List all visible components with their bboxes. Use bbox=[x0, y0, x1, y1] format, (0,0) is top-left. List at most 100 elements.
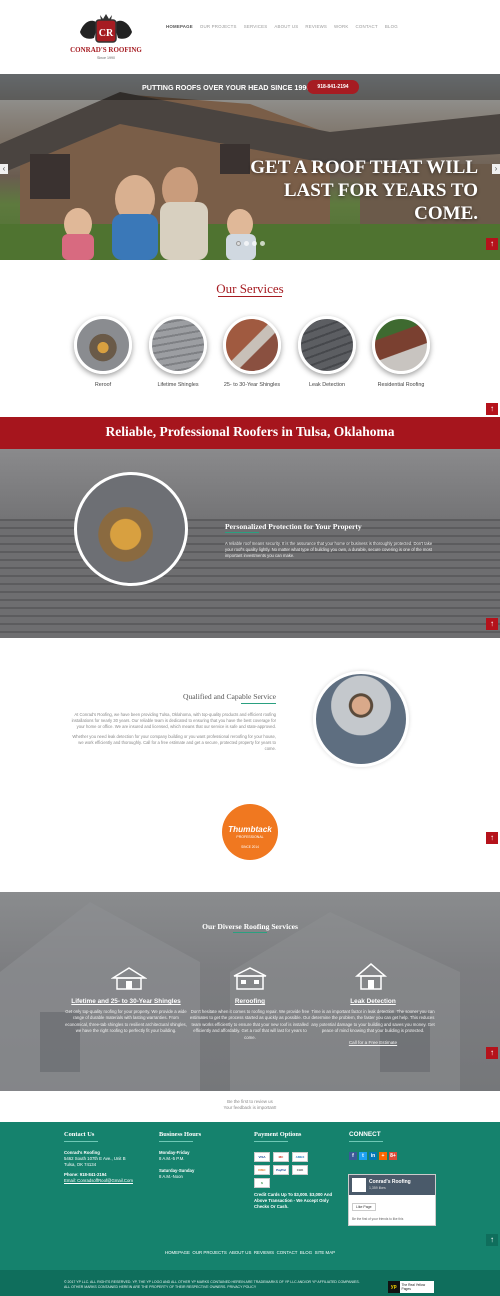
nav-reviews[interactable]: REVIEWS bbox=[305, 24, 327, 29]
yp-text: The Real Yellow Pages bbox=[401, 1283, 426, 1291]
service-reroof[interactable]: Reroof bbox=[73, 316, 133, 388]
fb-avatar bbox=[352, 1178, 366, 1192]
service-residential-roofing[interactable]: Residential Roofing bbox=[371, 316, 431, 388]
contact-email[interactable]: Email: ConradsoffRoof@Gmail.Com bbox=[64, 1178, 154, 1184]
column-title[interactable]: Lifetime and 25- to 30-Year Shingles bbox=[63, 998, 189, 1005]
review-prompt[interactable]: Be the first to review us Your feedback … bbox=[0, 1099, 500, 1111]
thumbtack-badge[interactable]: Thumbtack PROFESSIONAL SINCE 2014 bbox=[222, 804, 278, 860]
nav-our-projects[interactable]: OUR PROJECTS bbox=[200, 24, 237, 29]
diverse-heading: Our Diverse Roofing Services bbox=[202, 922, 298, 931]
column-text: Get only top-quality roofing for your pr… bbox=[65, 1009, 187, 1034]
band-heading: Reliable, Professional Roofers in Tulsa,… bbox=[105, 424, 395, 439]
heading-underline bbox=[254, 1141, 288, 1142]
badge-subtitle: PROFESSIONAL bbox=[236, 835, 264, 839]
nav-about-us[interactable]: ABOUT US bbox=[274, 24, 298, 29]
copyright-text: © 2017 YP LLC. ALL RIGHTS RESERVED. YP, … bbox=[64, 1280, 360, 1289]
heading-underline bbox=[241, 703, 276, 704]
service-25-30-year-shingles[interactable]: 25- to 30-Year Shingles bbox=[222, 316, 282, 388]
hours-time-2: 8 A.M.-Noon bbox=[159, 1174, 183, 1179]
heading-underline bbox=[225, 532, 259, 533]
qualified-heading: Qualified and Capable Service bbox=[183, 692, 276, 701]
column-text: Don't hesitate when it comes to roofing … bbox=[189, 1009, 311, 1040]
fb-like-button[interactable]: Like Page bbox=[352, 1203, 376, 1211]
nav-homepage[interactable]: HOMEPAGE bbox=[166, 24, 193, 29]
nav-blog[interactable]: BLOG bbox=[385, 24, 398, 29]
site-header: CR CONRAD'S ROOFING Since 1990 HOMEPAGE … bbox=[0, 0, 500, 74]
column-title[interactable]: Leak Detection bbox=[310, 998, 436, 1005]
facebook-widget[interactable]: Conrad's Roofing 1,359 likes Like Page B… bbox=[348, 1174, 436, 1226]
back-to-top-icon[interactable]: ↑ bbox=[486, 1047, 498, 1059]
protection-sky bbox=[0, 449, 500, 519]
footer-nav: HOMEPAGE OUR PROJECTS ABOUT US REVIEWS C… bbox=[0, 1250, 500, 1255]
service-label: Lifetime Shingles bbox=[157, 382, 199, 388]
footer-nav-site-map[interactable]: SITE MAP bbox=[315, 1250, 336, 1255]
service-image bbox=[223, 316, 281, 374]
footer-nav-homepage[interactable]: HOMEPAGE bbox=[165, 1250, 190, 1255]
payment-note: Credit Cards Up To $3,000. $3,000 And Ab… bbox=[254, 1192, 333, 1209]
footer-contact: Conrad's Roofing 5462 South 107th E Ave.… bbox=[64, 1150, 154, 1184]
footer-contact-heading: Contact Us bbox=[64, 1131, 95, 1138]
fb-likes: 1,359 likes bbox=[369, 1186, 386, 1190]
footer-nav-blog[interactable]: BLOG bbox=[300, 1250, 312, 1255]
badge-title: Thumbtack bbox=[228, 825, 272, 834]
hero-headline-line2: LAST FOR YEARS TO COME. bbox=[283, 180, 478, 224]
google-plus-icon[interactable]: 8+ bbox=[389, 1152, 397, 1160]
back-to-top-icon[interactable]: ↑ bbox=[486, 618, 498, 630]
service-label: Residential Roofing bbox=[377, 382, 425, 388]
back-to-top-icon[interactable]: ↑ bbox=[486, 1234, 498, 1246]
badge-year: SINCE 2014 bbox=[241, 845, 259, 849]
share-icon[interactable]: + bbox=[379, 1152, 387, 1160]
slider-dot[interactable] bbox=[252, 241, 257, 246]
fb-friends-text: Be the first of your friends to like thi… bbox=[352, 1217, 404, 1221]
slider-dot[interactable] bbox=[260, 241, 265, 246]
footer-nav-about-us[interactable]: ABOUT US bbox=[229, 1250, 251, 1255]
paypal-icon: PayPal bbox=[273, 1165, 289, 1175]
service-label: Reroof bbox=[94, 382, 112, 388]
service-column-text: Reroofing Don't hesitate when it comes t… bbox=[187, 998, 313, 1041]
slider-dot[interactable] bbox=[236, 241, 241, 246]
free-estimate-link[interactable]: Call for a Free Estimate bbox=[310, 1040, 436, 1046]
discover-icon: DISC bbox=[254, 1165, 270, 1175]
footer-nav-contact[interactable]: CONTACT bbox=[277, 1250, 298, 1255]
slider-prev-arrow-icon[interactable]: ‹ bbox=[0, 164, 8, 174]
qualified-paragraph-1: At Conrad's Roofing, we have been provid… bbox=[71, 712, 276, 729]
yp-badge[interactable]: yp The Real Yellow Pages bbox=[388, 1281, 434, 1293]
hours-time-1: 8 A.M.-5 P.M. bbox=[159, 1156, 185, 1161]
service-column bbox=[187, 966, 313, 995]
twitter-icon[interactable]: t bbox=[359, 1152, 367, 1160]
check-icon: CHK bbox=[292, 1165, 308, 1175]
qualified-text: At Conrad's Roofing, we have been provid… bbox=[68, 712, 276, 752]
footer-nav-our-projects[interactable]: OUR PROJECTS bbox=[192, 1250, 226, 1255]
facebook-icon[interactable]: f bbox=[349, 1152, 357, 1160]
fb-cover: Conrad's Roofing 1,359 likes bbox=[349, 1175, 435, 1195]
footer-hours-heading: Business Hours bbox=[159, 1131, 202, 1138]
nav-services[interactable]: SERVICES bbox=[244, 24, 268, 29]
back-to-top-icon[interactable]: ↑ bbox=[486, 832, 498, 844]
service-lifetime-shingles[interactable]: Lifetime Shingles bbox=[148, 316, 208, 388]
slider-dot[interactable] bbox=[244, 241, 249, 246]
logo[interactable]: CR CONRAD'S ROOFING Since 1990 bbox=[70, 10, 142, 66]
footer-nav-reviews[interactable]: REVIEWS bbox=[254, 1250, 274, 1255]
hero-slider: PUTTING ROOFS OVER YOUR HEAD SINCE 1990 … bbox=[0, 74, 500, 260]
service-image bbox=[298, 316, 356, 374]
heading-underline bbox=[349, 1141, 383, 1142]
yp-logo-icon: yp bbox=[388, 1281, 400, 1293]
column-title[interactable]: Reroofing bbox=[187, 998, 313, 1005]
service-label: 25- to 30-Year Shingles bbox=[223, 382, 281, 388]
house-icon bbox=[233, 967, 267, 990]
service-label: Leak Detection bbox=[309, 382, 345, 388]
service-image bbox=[372, 316, 430, 374]
linkedin-icon[interactable]: in bbox=[369, 1152, 377, 1160]
roofer-nailgun-image bbox=[74, 472, 188, 586]
slider-next-arrow-icon[interactable]: › bbox=[492, 164, 500, 174]
back-to-top-icon[interactable]: ↑ bbox=[486, 238, 498, 250]
back-to-top-icon[interactable]: ↑ bbox=[486, 403, 498, 415]
phone-button[interactable]: 918-841-2194 bbox=[307, 80, 359, 94]
fb-page-name: Conrad's Roofing bbox=[369, 1179, 411, 1185]
nav-contact[interactable]: CONTACT bbox=[356, 24, 378, 29]
main-nav: HOMEPAGE OUR PROJECTS SERVICES ABOUT US … bbox=[166, 24, 398, 29]
service-leak-detection[interactable]: Leak Detection bbox=[297, 316, 357, 388]
qualified-paragraph-2: Whether you need leak detection for your… bbox=[72, 734, 276, 751]
nav-work[interactable]: WORK bbox=[334, 24, 348, 29]
footer-payment-heading: Payment Options bbox=[254, 1131, 302, 1138]
